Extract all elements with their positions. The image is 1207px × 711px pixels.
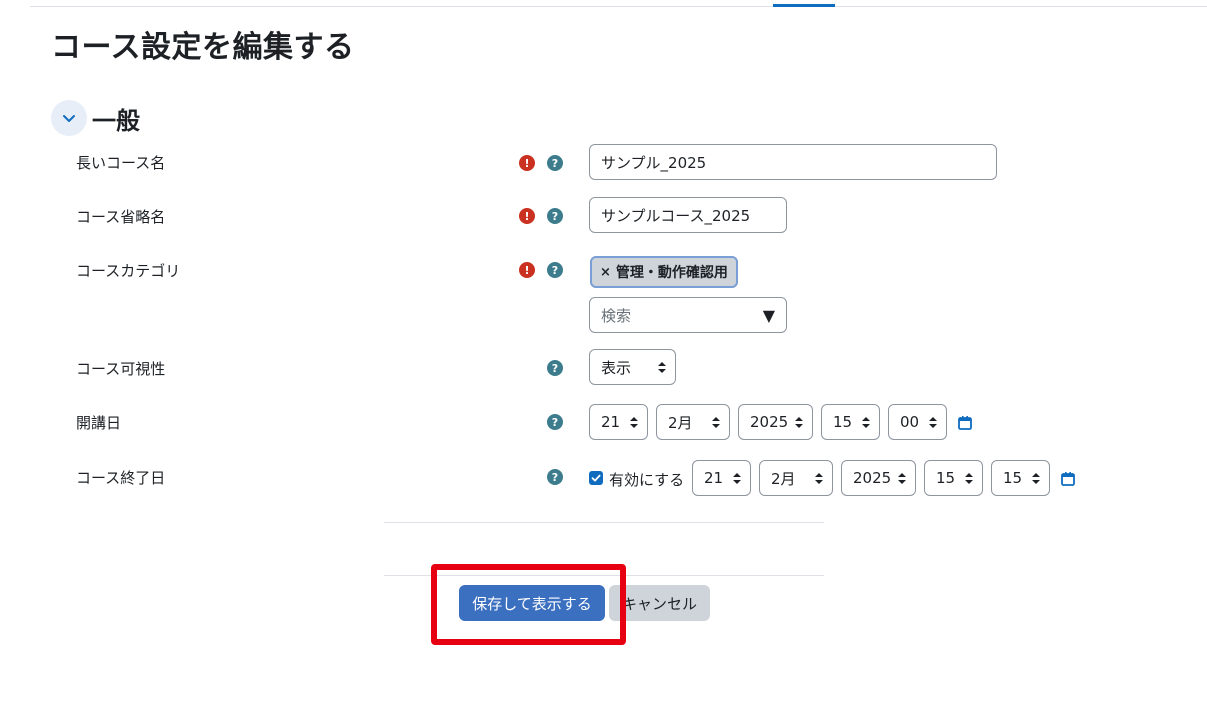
enddate-hour-select[interactable]: 15 — [924, 460, 983, 496]
calendar-icon[interactable] — [1060, 471, 1076, 487]
select-arrows-icon — [795, 416, 803, 428]
enddate-enable-label[interactable]: 有効にする — [609, 469, 684, 490]
select-arrows-icon — [929, 416, 937, 428]
help-icon[interactable]: ? — [547, 469, 563, 485]
enddate-day: 21 — [704, 469, 724, 487]
startdate-month: 2月 — [668, 413, 693, 432]
enddate-year: 2025 — [853, 469, 892, 487]
startdate-label: 開講日 — [76, 414, 122, 432]
enddate-month: 2月 — [771, 469, 796, 488]
enddate-enable-checkbox[interactable] — [589, 471, 603, 485]
required-icon: ! — [519, 155, 535, 171]
help-icon[interactable]: ? — [547, 262, 563, 278]
select-arrows-icon — [815, 472, 823, 484]
startdate-day-select[interactable]: 21 — [589, 404, 648, 440]
enddate-year-select[interactable]: 2025 — [841, 460, 916, 496]
startdate-month-select[interactable]: 2月 — [656, 404, 730, 440]
visibility-select[interactable]: 表示 — [589, 349, 676, 385]
form-divider — [384, 522, 824, 523]
help-icon[interactable]: ? — [547, 414, 563, 430]
select-arrows-icon — [658, 361, 666, 373]
startdate-year-select[interactable]: 2025 — [738, 404, 813, 440]
calendar-icon[interactable] — [957, 415, 973, 431]
top-border — [30, 6, 1207, 7]
dropdown-arrow-icon: ▼ — [762, 305, 775, 325]
startdate-year: 2025 — [750, 413, 789, 431]
page-title: コース設定を編集する — [51, 30, 355, 65]
startdate-minute-select[interactable]: 00 — [888, 404, 947, 440]
startdate-minute: 00 — [900, 413, 920, 431]
fullname-input[interactable] — [589, 144, 997, 180]
help-icon[interactable]: ? — [547, 208, 563, 224]
fullname-label: 長いコース名 — [76, 154, 166, 172]
enddate-minute-select[interactable]: 15 — [991, 460, 1050, 496]
required-icon: ! — [519, 262, 535, 278]
visibility-value: 表示 — [601, 358, 632, 377]
category-label: コースカテゴリ — [76, 262, 181, 280]
select-arrows-icon — [712, 416, 720, 428]
category-tag[interactable]: × 管理・動作確認用 — [590, 256, 738, 288]
cancel-button[interactable]: キャンセル — [609, 585, 710, 621]
category-search-placeholder: 検索 — [601, 306, 632, 325]
shortname-label: コース省略名 — [76, 208, 166, 226]
visibility-label: コース可視性 — [76, 360, 166, 378]
select-arrows-icon — [1032, 472, 1040, 484]
select-arrows-icon — [862, 416, 870, 428]
enddate-day-select[interactable]: 21 — [692, 460, 751, 496]
enddate-label: コース終了日 — [76, 469, 166, 487]
help-icon[interactable]: ? — [547, 360, 563, 376]
save-and-display-button[interactable]: 保存して表示する — [459, 585, 605, 621]
select-arrows-icon — [965, 472, 973, 484]
select-arrows-icon — [898, 472, 906, 484]
help-icon[interactable]: ? — [547, 155, 563, 171]
select-arrows-icon — [630, 416, 638, 428]
checkmark-icon — [591, 474, 601, 482]
form-divider — [384, 575, 824, 576]
startdate-hour-select[interactable]: 15 — [821, 404, 880, 440]
section-title: 一般 — [92, 107, 140, 135]
remove-tag-icon[interactable]: × — [600, 265, 611, 280]
enddate-month-select[interactable]: 2月 — [759, 460, 833, 496]
startdate-hour: 15 — [833, 413, 853, 431]
startdate-day: 21 — [601, 413, 621, 431]
required-icon: ! — [519, 208, 535, 224]
collapse-section-button[interactable] — [51, 100, 87, 136]
enddate-hour: 15 — [936, 469, 956, 487]
enddate-minute: 15 — [1003, 469, 1023, 487]
category-tag-label: 管理・動作確認用 — [615, 265, 728, 281]
category-search[interactable]: 検索 ▼ — [589, 297, 787, 333]
select-arrows-icon — [733, 472, 741, 484]
shortname-input[interactable] — [589, 197, 787, 233]
chevron-down-icon — [63, 115, 75, 122]
active-tab-indicator — [773, 4, 835, 7]
